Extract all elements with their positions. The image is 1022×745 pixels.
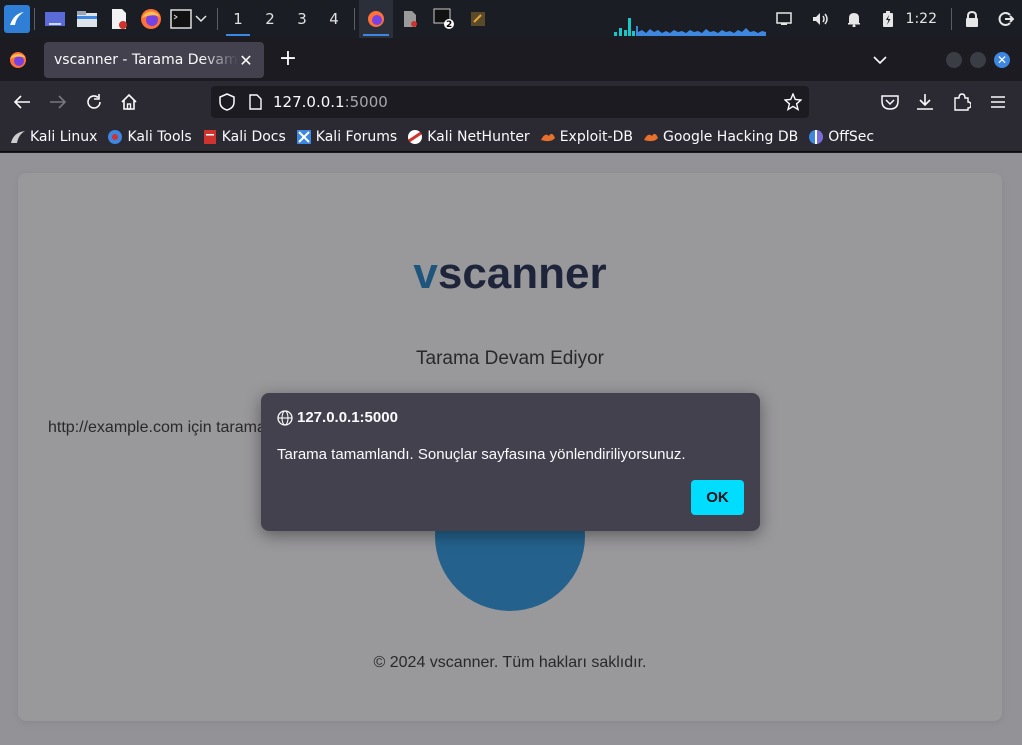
page-info-icon[interactable] — [248, 94, 262, 110]
network-icon[interactable] — [772, 7, 796, 31]
bookmark-google-hacking-db[interactable]: Google Hacking DB — [643, 129, 798, 145]
reload-icon — [87, 94, 101, 109]
taskbar-editor-window[interactable] — [393, 0, 427, 38]
download-icon — [917, 94, 933, 110]
close-window-button[interactable]: ✕ — [994, 52, 1010, 68]
close-tab-icon[interactable]: ✕ — [238, 51, 254, 70]
url-host: 127.0.0.1 — [273, 93, 345, 111]
bookmark-label: Kali Docs — [221, 128, 286, 145]
puzzle-icon — [954, 93, 971, 111]
kali-docs-icon — [202, 129, 218, 145]
text-editor-icon[interactable] — [107, 7, 131, 31]
bookmark-kali-nethunter[interactable]: Kali NetHunter — [407, 128, 530, 145]
browser-tab-strip: vscanner - Tarama Devam Ediyor ✕ + ✕ — [0, 38, 1022, 81]
taskbar-separator — [354, 8, 355, 30]
minimize-window-button[interactable] — [946, 52, 962, 68]
bookmark-kali-linux[interactable]: Kali Linux — [10, 129, 97, 145]
bookmark-kali-tools[interactable]: Kali Tools — [107, 128, 192, 145]
back-arrow-icon — [13, 95, 30, 109]
taskbar-separator — [951, 8, 952, 30]
taskbar-terminal-window[interactable]: 2 — [427, 0, 461, 38]
bookmark-offsec[interactable]: OffSec — [808, 129, 874, 145]
firefox-icon[interactable] — [139, 7, 163, 31]
workspace-2[interactable]: 2 — [254, 0, 286, 38]
terminal-count-badge: 2 — [446, 20, 453, 30]
lock-screen-icon[interactable] — [960, 7, 984, 31]
battery-charging-icon[interactable] — [876, 7, 900, 31]
logout-icon[interactable] — [994, 7, 1018, 31]
maximize-window-button[interactable] — [970, 52, 986, 68]
bookmark-kali-forums[interactable]: Kali Forums — [296, 129, 397, 145]
globe-icon — [277, 409, 293, 426]
hamburger-menu-icon — [991, 96, 1005, 108]
chevron-down-icon — [873, 56, 887, 65]
dialog-origin: 127.0.0.1:5000 — [297, 409, 398, 426]
taskbar-firefox-window[interactable] — [359, 0, 393, 38]
desktop-icon[interactable] — [43, 7, 67, 31]
extensions-button[interactable] — [949, 89, 975, 115]
bookmark-label: Exploit-DB — [559, 128, 633, 145]
kali-tools-icon — [107, 129, 123, 145]
forward-button[interactable] — [45, 89, 71, 115]
kali-dragon-icon — [10, 129, 26, 145]
bookmark-label: Kali Linux — [30, 128, 98, 145]
kali-forums-icon — [296, 129, 312, 145]
new-tab-button[interactable]: + — [276, 48, 300, 72]
back-button[interactable] — [9, 89, 35, 115]
firefox-view-button[interactable] — [0, 38, 36, 81]
bookmark-exploit-db[interactable]: Exploit-DB — [540, 129, 633, 145]
workspace-4[interactable]: 4 — [318, 0, 350, 38]
terminal-icon[interactable] — [169, 7, 193, 31]
nethunter-icon — [407, 129, 423, 145]
app-icon — [471, 12, 485, 26]
bookmark-kali-docs[interactable]: Kali Docs — [202, 129, 286, 145]
workspace-3[interactable]: 3 — [286, 0, 318, 38]
taskbar-separator — [34, 8, 35, 30]
firefox-icon — [368, 11, 384, 27]
dialog-header: 127.0.0.1:5000 — [277, 409, 398, 426]
downloads-button[interactable] — [912, 89, 938, 115]
bookmarks-toolbar: Kali Linux Kali Tools Kali Docs Kali For… — [0, 122, 1022, 152]
pocket-icon — [881, 95, 899, 110]
bookmark-star-icon[interactable] — [784, 93, 802, 111]
browser-tab[interactable]: vscanner - Tarama Devam Ediyor ✕ — [44, 42, 264, 78]
bookmark-label: OffSec — [828, 128, 875, 145]
url-port: :5000 — [344, 93, 388, 111]
app-menu-button[interactable] — [985, 89, 1011, 115]
text-editor-icon — [404, 11, 417, 27]
list-all-tabs-button[interactable] — [868, 48, 892, 72]
ok-button[interactable]: OK — [691, 480, 744, 515]
tab-title: vscanner - Tarama Devam Ediyor — [54, 52, 238, 68]
browser-nav-bar: 127.0.0.1:5000 — [0, 81, 1022, 122]
bookmark-label: Kali Forums — [315, 128, 398, 145]
taskbar-clock[interactable]: 1:22 — [906, 11, 937, 27]
bookmark-label: Kali NetHunter — [427, 128, 530, 145]
reload-button[interactable] — [81, 89, 107, 115]
taskbar-separator — [217, 8, 218, 30]
bookmark-label: Google Hacking DB — [662, 128, 799, 145]
kali-menu-icon[interactable] — [4, 5, 30, 33]
file-manager-icon[interactable] — [75, 7, 99, 31]
network-activity-graph — [614, 18, 766, 36]
shield-icon[interactable] — [219, 93, 235, 111]
dialog-message: Tarama tamamlandı. Sonuçlar sayfasına yö… — [277, 446, 686, 463]
volume-icon[interactable] — [808, 7, 832, 31]
home-icon — [121, 93, 137, 110]
chevron-down-icon[interactable] — [193, 7, 209, 31]
pocket-button[interactable] — [877, 89, 903, 115]
url-bar[interactable]: 127.0.0.1:5000 — [211, 86, 809, 118]
system-taskbar: 1 2 3 4 2 1:22 — [0, 0, 1022, 38]
notifications-bell-icon[interactable] — [842, 7, 866, 31]
alert-dialog: 127.0.0.1:5000 Tarama tamamlandı. Sonuçl… — [261, 393, 760, 531]
home-button[interactable] — [116, 89, 142, 115]
ghdb-icon — [643, 129, 659, 145]
firefox-icon — [10, 51, 26, 68]
workspace-1[interactable]: 1 — [222, 0, 254, 38]
exploit-db-icon — [540, 129, 556, 145]
bookmark-label: Kali Tools — [127, 128, 192, 145]
forward-arrow-icon — [50, 95, 67, 109]
system-tray: 1:22 — [772, 0, 1022, 38]
taskbar-app-window[interactable] — [461, 0, 495, 38]
offsec-icon — [808, 129, 824, 145]
